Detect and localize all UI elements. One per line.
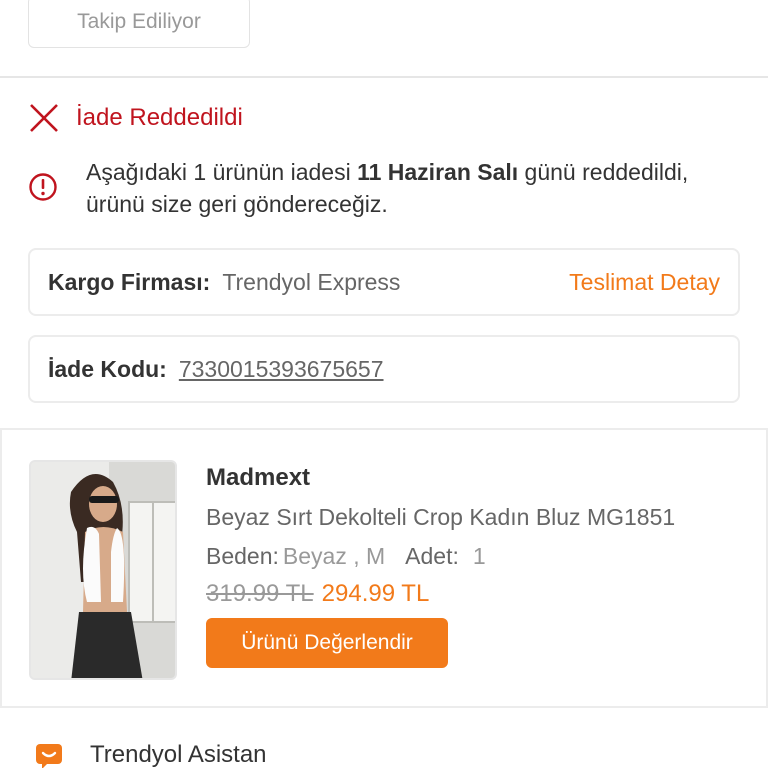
alert-info-icon — [29, 173, 57, 201]
return-info-message: Aşağıdaki 1 ürünün iadesi 11 Haziran Sal… — [28, 156, 728, 220]
old-price: 319.99 TL — [206, 580, 314, 607]
return-code-value[interactable]: 7330015393675657 — [179, 356, 384, 383]
close-x-icon — [30, 104, 58, 132]
return-date: 11 Haziran Salı — [357, 159, 519, 185]
quantity-value: 1 — [472, 543, 486, 569]
return-code-label: İade Kodu: — [48, 355, 167, 382]
product-name[interactable]: Beyaz Sırt Dekolteli Crop Kadın Bluz MG1… — [206, 504, 675, 531]
return-code-card: İade Kodu: 7330015393675657 — [28, 335, 740, 403]
cargo-company-card: Kargo Firması: Trendyol Express Teslimat… — [28, 248, 740, 316]
product-prices: 319.99 TL 294.99 TL — [206, 580, 675, 608]
size-label: Beden: — [206, 543, 279, 569]
product-card: Madmext Beyaz Sırt Dekolteli Crop Kadın … — [0, 428, 768, 708]
follow-button-label: Takip Ediliyor — [77, 10, 201, 33]
divider — [0, 76, 768, 78]
product-image[interactable] — [29, 460, 177, 680]
quantity-label: Adet: — [405, 543, 459, 569]
product-meta: Beden: Beyaz , M Adet: 1 — [206, 543, 675, 570]
chat-bubble-icon — [36, 744, 62, 768]
product-info: Madmext Beyaz Sırt Dekolteli Crop Kadın … — [206, 464, 675, 668]
size-value: Beyaz , M — [282, 543, 386, 569]
cargo-value: Trendyol Express — [222, 268, 401, 295]
assistant-row[interactable]: Trendyol Asistan — [34, 740, 267, 768]
follow-button[interactable]: Takip Ediliyor — [28, 0, 250, 48]
assistant-label: Trendyol Asistan — [90, 741, 267, 768]
return-status-header: İade Reddedildi — [28, 100, 243, 136]
product-brand: Madmext — [206, 464, 311, 491]
delivery-detail-link[interactable]: Teslimat Detay — [569, 269, 720, 296]
rate-product-label: Ürünü Değerlendir — [241, 631, 413, 654]
return-info-text: Aşağıdaki 1 ürünün iadesi 11 Haziran Sal… — [86, 159, 689, 217]
rate-product-button[interactable]: Ürünü Değerlendir — [206, 618, 448, 668]
product-photo-illustration — [31, 462, 175, 678]
cargo-label: Kargo Firması: — [48, 268, 211, 295]
new-price: 294.99 TL — [321, 580, 430, 607]
return-status-title: İade Reddedildi — [76, 104, 243, 131]
